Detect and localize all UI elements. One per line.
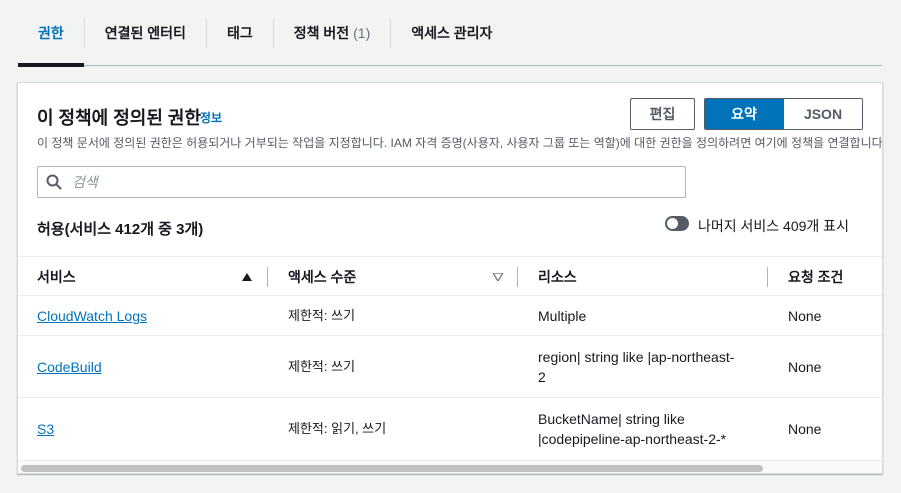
column-header-resource[interactable]: 리소스 [538,257,577,297]
condition-cell: None [788,359,822,375]
sort-descending-icon[interactable] [493,257,503,297]
tab-label: 액세스 관리자 [411,24,493,41]
tab-access-advisor[interactable]: 액세스 관리자 [391,0,512,66]
resource-line: 2 [538,369,546,385]
table-row: CloudWatch Logs 제한적: 쓰기 Multiple None [18,296,882,336]
service-link[interactable]: CodeBuild [37,357,102,377]
column-divider[interactable] [267,267,268,287]
toggle-knob [667,218,678,229]
panel-description: 이 정책 문서에 정의된 권한은 허용되거나 거부되는 작업을 지정합니다. I… [37,136,883,150]
tab-count: (1) [353,24,371,41]
search-icon [46,174,62,190]
access-level-cell: 제한적: 쓰기 [288,359,356,374]
condition-cell: None [788,421,822,437]
resource-cell: BucketName| string like |codepipeline-ap… [538,398,726,460]
column-header-request-condition[interactable]: 요청 조건 [788,257,843,297]
horizontal-scrollbar[interactable] [18,460,882,473]
sort-ascending-icon[interactable] [242,257,252,297]
scrollbar-thumb[interactable] [21,465,763,472]
tab-label: 권한 [38,24,64,41]
tab-tags[interactable]: 태그 [207,0,273,66]
show-remaining-services-label: 나머지 서비스 409개 표시 [698,218,849,234]
column-divider[interactable] [517,267,518,287]
table-header: 서비스 액세스 수준 리소스 요청 조건 [18,256,882,297]
service-cell: S3 [37,398,54,460]
summary-view-button[interactable]: 요약 [705,99,783,129]
service-link[interactable]: CloudWatch Logs [37,306,147,326]
tab-label: 태그 [226,24,253,41]
resource-cell: region| string like |ap-northeast- 2 [538,336,734,398]
column-divider[interactable] [767,267,768,287]
resource-line: region| string like |ap-northeast- [538,349,735,365]
tab-label: 연결된 엔터티 [104,24,186,41]
search-input[interactable] [72,174,652,190]
access-level-cell: 제한적: 쓰기 [288,308,356,323]
resource-line: BucketName| string like [538,411,685,427]
allowed-services-heading: 허용(서비스 412개 중 3개) [37,221,204,238]
tab-label: 정책 버전 [293,24,350,41]
edit-button[interactable]: 편집 [630,98,695,130]
search-box [37,166,686,198]
json-view-button[interactable]: JSON [783,99,862,129]
service-cell: CloudWatch Logs [37,296,147,336]
service-link[interactable]: S3 [37,419,54,439]
view-mode-toggle: 요약 JSON [704,98,863,130]
column-header-service[interactable]: 서비스 [37,257,76,297]
tab-policy-versions[interactable]: 정책 버전 (1) [274,0,391,66]
permissions-panel: 이 정책에 정의된 권한 정보 이 정책 문서에 정의된 권한은 허용되거나 거… [17,82,883,474]
info-link[interactable]: 정보 [200,109,222,126]
tab-bar: 권한 연결된 엔터티 태그 정책 버전 (1) 액세스 관리자 [18,0,882,67]
show-remaining-services-toggle[interactable] [665,216,689,231]
table-row: CodeBuild 제한적: 쓰기 region| string like |a… [18,336,882,398]
service-cell: CodeBuild [37,336,102,398]
tab-permissions[interactable]: 권한 [18,0,84,67]
tab-attached-entities[interactable]: 연결된 엔터티 [85,0,206,66]
access-level-cell: 제한적: 읽기, 쓰기 [288,421,387,436]
panel-title: 이 정책에 정의된 권한 [37,108,202,128]
condition-cell: None [788,308,822,324]
resource-line: |codepipeline-ap-northeast-2-* [538,431,727,447]
column-header-access-level[interactable]: 액세스 수준 [288,257,356,297]
table-row: S3 제한적: 읽기, 쓰기 BucketName| string like |… [18,398,882,460]
resource-cell: Multiple [538,308,587,324]
